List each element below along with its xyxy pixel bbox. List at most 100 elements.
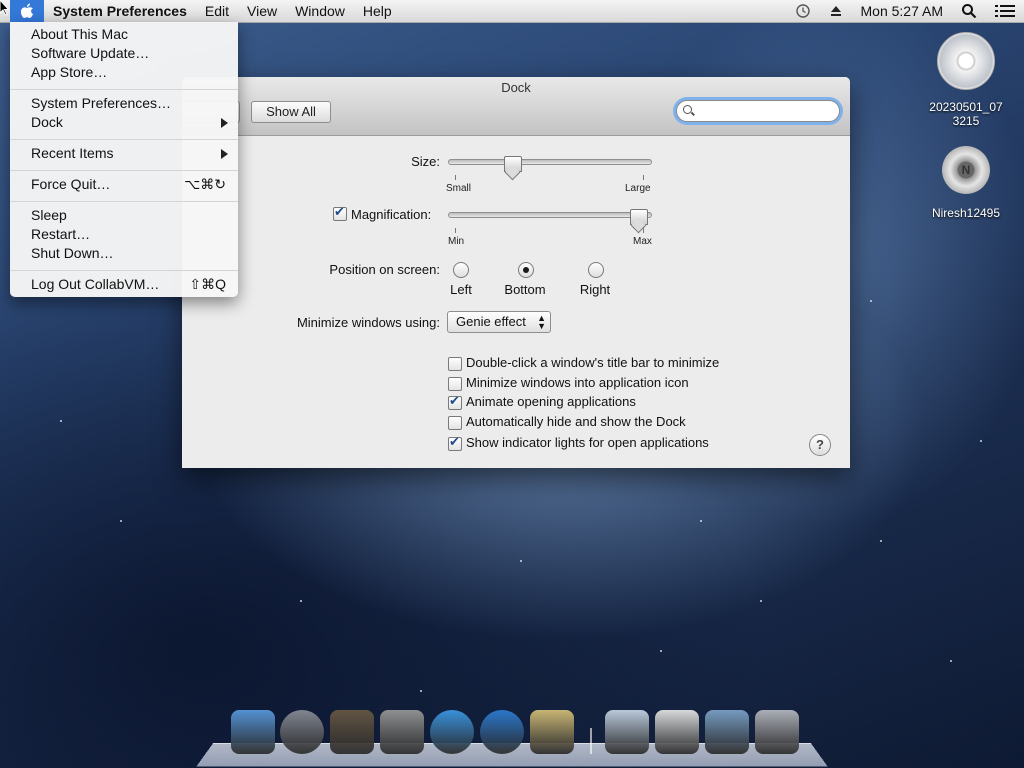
show-all-button[interactable]: Show All <box>251 101 331 123</box>
star <box>520 560 522 562</box>
checkbox-label: Show indicator lights for open applicati… <box>466 435 709 450</box>
list-icon <box>995 5 1015 17</box>
checkbox-label: Minimize windows into application icon <box>466 375 689 390</box>
slider-tick <box>455 175 456 180</box>
menu-item-software-update[interactable]: Software Update… <box>10 44 238 63</box>
checkbox-label: Animate opening applications <box>466 394 636 409</box>
submenu-arrow-icon <box>221 149 228 159</box>
launchpad-icon[interactable] <box>280 710 324 754</box>
star <box>60 420 62 422</box>
desktop-icon-label: Niresh12495 <box>931 206 1001 220</box>
slider-tick <box>455 228 456 233</box>
indicator-lights-checkbox[interactable] <box>448 434 462 451</box>
dock-separator <box>590 728 592 754</box>
position-right-radio[interactable] <box>588 262 604 278</box>
magnifier-icon <box>962 4 977 19</box>
menu-item-label: Recent Items <box>31 145 114 161</box>
star <box>300 600 302 602</box>
menu-separator <box>10 89 238 90</box>
submenu-arrow-icon <box>221 118 228 128</box>
size-slider-knob[interactable] <box>503 156 522 172</box>
star <box>760 600 762 602</box>
safari-icon[interactable] <box>430 710 474 754</box>
downloads-stack-icon[interactable] <box>655 710 699 754</box>
menu-item-label: Log Out CollabVM… <box>31 276 160 292</box>
menu-item-recent-items[interactable]: Recent Items <box>10 144 238 163</box>
menu-item-sleep[interactable]: Sleep <box>10 206 238 225</box>
menu-item-shut-down[interactable]: Shut Down… <box>10 244 238 263</box>
menu-separator <box>10 270 238 271</box>
spotlight-search-icon[interactable] <box>952 0 986 22</box>
window-title: Dock <box>501 80 531 95</box>
menu-view[interactable]: View <box>238 0 286 22</box>
eject-icon[interactable] <box>820 0 852 22</box>
apple-menu-button[interactable] <box>10 0 44 22</box>
autohide-dock-checkbox[interactable] <box>448 416 462 430</box>
menu-item-label: Software Update… <box>31 45 150 61</box>
animate-opening-checkbox[interactable] <box>448 393 462 410</box>
menu-app-name[interactable]: System Preferences <box>44 0 196 22</box>
size-max-label: Large <box>625 183 651 194</box>
menu-help[interactable]: Help <box>354 0 401 22</box>
magnification-label: Magnification: <box>351 207 432 222</box>
magnification-max-label: Max <box>633 236 652 247</box>
dvd-disc-icon <box>937 32 995 90</box>
star <box>950 660 952 662</box>
time-machine-glyph-icon <box>795 4 810 18</box>
menu-item-force-quit[interactable]: Force Quit… ⌥⌘↻ <box>10 175 238 194</box>
menu-separator <box>10 201 238 202</box>
slider-tick <box>643 175 644 180</box>
trash-icon[interactable] <box>755 710 799 754</box>
size-slider-track[interactable] <box>448 159 652 165</box>
menu-separator <box>10 170 238 171</box>
menu-item-restart[interactable]: Restart… <box>10 225 238 244</box>
eject-glyph-icon <box>830 6 841 16</box>
magnification-slider-track[interactable] <box>448 212 652 218</box>
search-input[interactable] <box>695 102 837 120</box>
menu-item-system-preferences[interactable]: System Preferences… <box>10 94 238 113</box>
menu-window[interactable]: Window <box>286 0 354 22</box>
position-right-label: Right <box>579 282 611 297</box>
wizard-icon[interactable] <box>530 710 574 754</box>
menu-edit[interactable]: Edit <box>196 0 238 22</box>
magnification-checkbox[interactable] <box>333 204 347 221</box>
star <box>870 300 872 302</box>
apple-menu-dropdown: About This Mac Software Update… App Stor… <box>10 22 238 297</box>
position-label: Position on screen: <box>329 262 440 277</box>
checkbox-label: Automatically hide and show the Dock <box>466 414 686 429</box>
menu-item-log-out[interactable]: Log Out CollabVM… ⇧⌘Q <box>10 275 238 294</box>
slider-tick <box>643 228 644 233</box>
help-button[interactable]: ? <box>809 434 831 456</box>
menu-bar: System Preferences Edit View Window Help… <box>0 0 1024 23</box>
documents-stack-icon[interactable] <box>605 710 649 754</box>
photo-booth-icon[interactable] <box>330 710 374 754</box>
star <box>880 540 882 542</box>
double-click-minimize-checkbox[interactable] <box>448 357 462 371</box>
desktop-icon-label: 20230501_07 <box>929 100 1003 114</box>
finder-icon[interactable] <box>231 710 275 754</box>
magnification-slider-knob[interactable] <box>630 209 649 225</box>
minimize-effect-value: Genie effect <box>456 314 526 329</box>
star <box>980 440 982 442</box>
system-preferences-icon[interactable] <box>380 710 424 754</box>
screenshot-stack-icon[interactable] <box>705 710 749 754</box>
mouse-cursor-icon <box>0 0 10 16</box>
desktop-niresh-icon[interactable]: N Niresh12495 <box>918 146 1014 220</box>
search-icon <box>683 105 692 114</box>
clock[interactable]: Mon 5:27 AM <box>852 0 953 22</box>
size-label: Size: <box>411 154 440 169</box>
minimize-into-app-icon-checkbox[interactable] <box>448 377 462 391</box>
menu-item-about-this-mac[interactable]: About This Mac <box>10 25 238 44</box>
notification-center-icon[interactable] <box>986 0 1024 22</box>
position-left-radio[interactable] <box>453 262 469 278</box>
minimize-effect-popup[interactable]: Genie effect ▲ ▼ <box>447 311 551 333</box>
position-bottom-radio[interactable] <box>518 262 534 278</box>
menu-item-label: Restart… <box>31 226 91 242</box>
position-left-label: Left <box>450 282 472 297</box>
menu-item-dock[interactable]: Dock <box>10 113 238 132</box>
menu-item-app-store[interactable]: App Store… <box>10 63 238 82</box>
desktop-dvd-icon[interactable]: 20230501_07 3215 <box>918 32 1014 128</box>
menu-extras: Mon 5:27 AM <box>786 0 1024 22</box>
app-store-icon[interactable] <box>480 710 524 754</box>
time-machine-icon[interactable] <box>786 0 820 22</box>
